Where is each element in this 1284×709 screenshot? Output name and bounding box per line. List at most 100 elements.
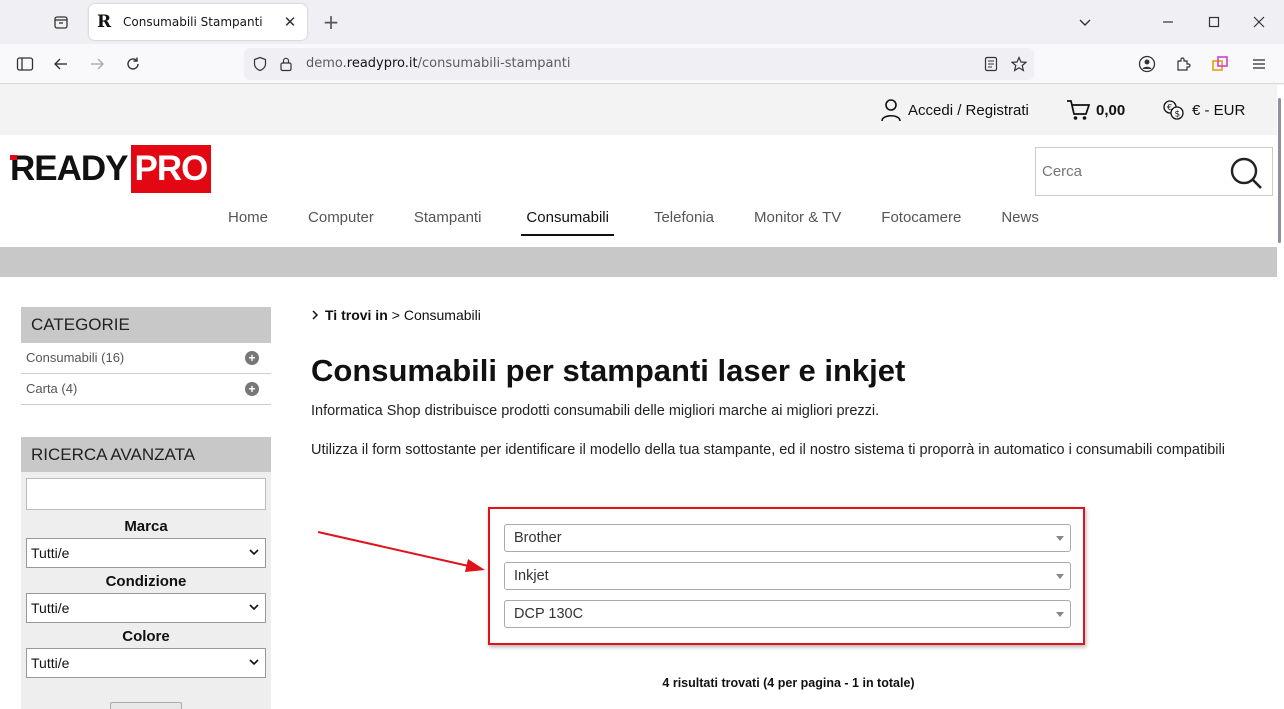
currency-label: € - EUR bbox=[1192, 101, 1246, 119]
top-utility-bar: Accedi / Registrati 0,00 € $ € - EUR bbox=[0, 85, 1277, 135]
advanced-search-input[interactable] bbox=[26, 478, 266, 510]
filter-label-marca: Marca bbox=[124, 518, 168, 535]
browser-tab-bar: R Consumabili Stampanti ✕ + bbox=[0, 0, 1284, 44]
breadcrumb-current[interactable]: Consumabili bbox=[404, 307, 481, 323]
extensions-puzzle-icon[interactable] bbox=[1171, 52, 1195, 76]
cart-icon bbox=[1067, 100, 1090, 120]
url-path: /consumabili-stampanti bbox=[417, 56, 571, 71]
chevron-down-icon[interactable] bbox=[1075, 12, 1095, 32]
nav-item-label: Consumabili bbox=[521, 209, 614, 236]
filter-select-colore[interactable]: Tutti/e bbox=[26, 648, 266, 678]
nav-item-telefonia[interactable]: Telefonia bbox=[634, 203, 734, 239]
category-item-carta[interactable]: Carta (4) + bbox=[21, 374, 271, 405]
reader-view-icon[interactable] bbox=[979, 52, 1003, 76]
svg-text:€: € bbox=[1167, 103, 1172, 112]
nav-item-label: Fotocamere bbox=[881, 209, 962, 226]
currency-exchange-icon: €$ bbox=[1163, 100, 1184, 120]
nav-item-label: Computer bbox=[308, 209, 374, 226]
nav-item-consumabili[interactable]: Consumabili bbox=[501, 203, 634, 239]
nav-item-fotocamere[interactable]: Fotocamere bbox=[861, 203, 981, 239]
cart-link[interactable]: 0,00 bbox=[1066, 97, 1125, 123]
login-link[interactable]: Accedi / Registrati bbox=[880, 97, 1029, 123]
sidebar-toggle-icon[interactable] bbox=[13, 52, 37, 76]
readypro-logo[interactable]: READY PRO bbox=[10, 145, 212, 193]
filter-value: Tutti/e bbox=[31, 545, 70, 561]
bookmark-star-icon[interactable] bbox=[1007, 52, 1031, 76]
minimize-icon[interactable] bbox=[1153, 8, 1183, 36]
readypro-favicon-icon: R bbox=[97, 12, 112, 32]
close-window-icon[interactable] bbox=[1244, 8, 1274, 36]
printer-type-value: Inkjet bbox=[514, 568, 549, 584]
expand-plus-icon[interactable]: + bbox=[245, 382, 259, 396]
filter-value: Tutti/e bbox=[31, 655, 70, 671]
dropdown-arrow-icon bbox=[1056, 574, 1064, 579]
maximize-icon[interactable] bbox=[1199, 8, 1229, 36]
cart-total: 0,00 bbox=[1096, 101, 1126, 119]
nav-item-home[interactable]: Home bbox=[208, 203, 288, 239]
login-label: Accedi / Registrati bbox=[908, 101, 1029, 119]
back-arrow-icon[interactable] bbox=[49, 52, 73, 76]
nav-item-news[interactable]: News bbox=[981, 203, 1059, 239]
currency-selector[interactable]: € $ € - EUR bbox=[1162, 97, 1245, 123]
search-icon[interactable] bbox=[1228, 155, 1264, 191]
tab-list-icon[interactable] bbox=[48, 10, 74, 34]
filter-label-condizione: Condizione bbox=[105, 573, 187, 590]
logo-text-ready: READY bbox=[10, 145, 129, 193]
url-text[interactable]: demo.readypro.it/consumabili-stampanti bbox=[306, 48, 570, 80]
new-tab-icon[interactable]: + bbox=[320, 10, 342, 34]
dropdown-arrow-icon bbox=[1056, 612, 1064, 617]
user-icon bbox=[881, 99, 901, 122]
dropdown-arrow-icon bbox=[1056, 536, 1064, 541]
printer-model-value: DCP 130C bbox=[514, 606, 584, 622]
chevron-down-icon bbox=[249, 604, 259, 611]
printer-brand-value: Brother bbox=[514, 530, 562, 546]
chevron-right-icon bbox=[312, 310, 319, 320]
filter-select-marca[interactable]: Tutti/e bbox=[26, 538, 266, 568]
svg-text:$: $ bbox=[1175, 110, 1181, 120]
forward-arrow-icon[interactable] bbox=[85, 52, 109, 76]
close-tab-icon[interactable]: ✕ bbox=[281, 13, 299, 31]
advanced-search-heading: RICERCA AVANZATA bbox=[21, 437, 271, 473]
instructions-text: Utilizza il form sottostante per identif… bbox=[311, 442, 1225, 458]
browser-tab-active[interactable]: R Consumabili Stampanti ✕ bbox=[89, 4, 307, 40]
breadcrumb: Ti trovi in > Consumabili bbox=[311, 307, 481, 323]
page-title: Consumabili per stampanti laser e inkjet bbox=[311, 353, 906, 388]
advanced-search-button[interactable] bbox=[110, 702, 182, 709]
scrollbar-thumb[interactable] bbox=[1278, 98, 1281, 243]
printer-type-select[interactable]: Inkjet bbox=[504, 562, 1071, 590]
shield-icon[interactable] bbox=[248, 52, 272, 76]
search-input[interactable] bbox=[1036, 148, 1226, 195]
nav-item-label: Telefonia bbox=[653, 209, 715, 226]
main-navigation: Home Computer Stampanti Consumabili Telefoni… bbox=[208, 203, 1059, 239]
advanced-search-panel: Marca Tutti/e Condizione Tutti/e Colore … bbox=[21, 472, 271, 709]
address-bar[interactable]: demo.readypro.it/consumabili-stampanti bbox=[244, 48, 1034, 80]
nav-item-stampanti[interactable]: Stampanti bbox=[394, 203, 502, 239]
category-label: Consumabili (16) bbox=[26, 350, 125, 365]
reload-icon[interactable] bbox=[121, 52, 145, 76]
breadcrumb-separator: > bbox=[391, 307, 400, 323]
logo-text-pro: PRO bbox=[130, 145, 212, 193]
chevron-down-icon bbox=[249, 549, 259, 556]
printer-brand-select[interactable]: Brother bbox=[504, 524, 1071, 552]
chevron-down-icon bbox=[249, 659, 259, 666]
expand-plus-icon[interactable]: + bbox=[245, 351, 259, 365]
nav-item-computer[interactable]: Computer bbox=[288, 203, 394, 239]
nav-item-label: Home bbox=[228, 209, 269, 226]
filter-value: Tutti/e bbox=[31, 600, 70, 616]
account-icon[interactable] bbox=[1135, 52, 1159, 76]
filter-select-condizione[interactable]: Tutti/e bbox=[26, 593, 266, 623]
containers-icon[interactable] bbox=[1208, 52, 1232, 76]
lock-icon[interactable] bbox=[274, 52, 298, 76]
page-scrollbar[interactable] bbox=[1277, 85, 1284, 709]
annotation-arrow-icon bbox=[317, 531, 485, 572]
hamburger-menu-icon[interactable] bbox=[1247, 52, 1271, 76]
breadcrumb-prefix: Ti trovi in bbox=[325, 307, 388, 323]
gray-banner-bar bbox=[0, 247, 1277, 277]
tab-title: Consumabili Stampanti bbox=[123, 15, 263, 29]
nav-item-label: Stampanti bbox=[413, 209, 482, 226]
browser-toolbar: demo.readypro.it/consumabili-stampanti bbox=[0, 44, 1284, 84]
nav-item-label: News bbox=[1001, 209, 1039, 226]
printer-model-select[interactable]: DCP 130C bbox=[504, 600, 1071, 628]
category-item-consumabili[interactable]: Consumabili (16) + bbox=[21, 343, 271, 374]
nav-item-monitor-tv[interactable]: Monitor & TV bbox=[734, 203, 861, 239]
